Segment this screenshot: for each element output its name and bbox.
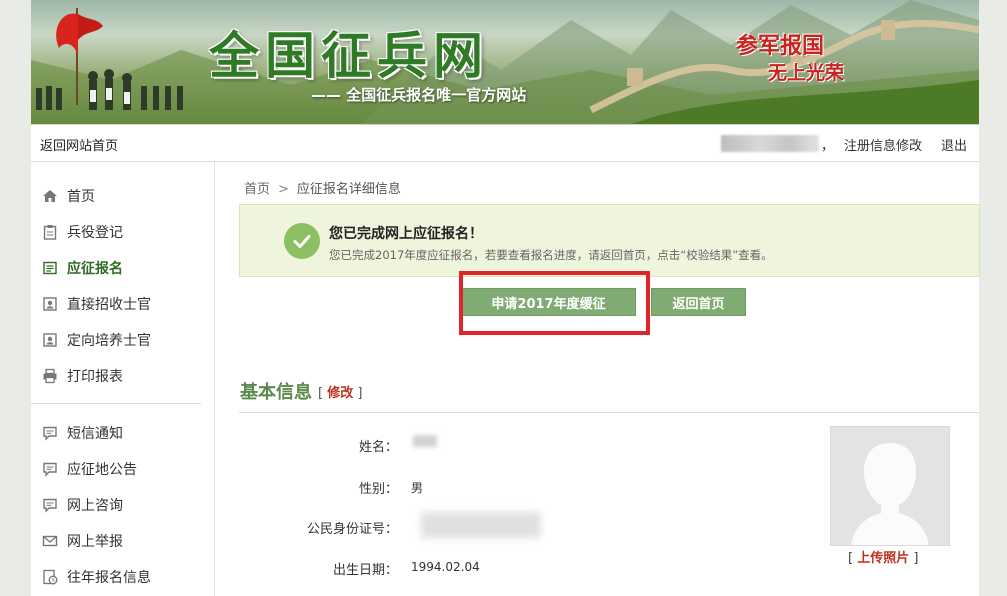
notice-title: 您已完成网上应征报名！ bbox=[329, 226, 483, 242]
message-icon bbox=[41, 496, 59, 514]
sidebar-item-label: 网上举报 bbox=[67, 534, 123, 550]
sidebar-divider bbox=[31, 403, 201, 404]
breadcrumb-current: 应征报名详细信息 bbox=[296, 182, 401, 197]
bracket-open: [ bbox=[848, 551, 854, 566]
avatar-placeholder bbox=[830, 426, 950, 546]
site-banner: 全国征兵网 —— 全国征兵报名唯一官方网站 参军报国 无上光荣 bbox=[31, 0, 979, 124]
birth-date-label: 出生日期： bbox=[332, 563, 398, 578]
success-notice: 您已完成网上应征报名！ 您已完成2017年度应征报名，若要查看报名进度，请返回首… bbox=[239, 204, 980, 277]
upload-photo-link[interactable]: 上传照片 bbox=[857, 551, 909, 566]
id-card-icon bbox=[41, 295, 59, 313]
username-redacted bbox=[721, 135, 819, 152]
slogan-line-2: 无上光荣 bbox=[768, 62, 845, 84]
section-divider bbox=[239, 412, 979, 413]
sidebar-item-home[interactable]: 首页 bbox=[41, 184, 211, 208]
person-silhouette-icon bbox=[851, 443, 929, 545]
printer-icon bbox=[41, 367, 59, 385]
top-bar: 返回网站首页 ， 注册信息修改 退出 bbox=[31, 124, 979, 162]
breadcrumb-home-link[interactable]: 首页 bbox=[244, 182, 270, 197]
sidebar-item-label: 兵役登记 bbox=[67, 225, 123, 241]
bracket-open: [ bbox=[318, 386, 324, 401]
bracket-close: ] bbox=[913, 551, 919, 566]
red-highlight-box bbox=[459, 271, 650, 335]
breadcrumb-separator: > bbox=[278, 182, 289, 197]
gender-label: 性别： bbox=[358, 482, 398, 497]
edit-basic-info-link[interactable]: 修改 bbox=[327, 386, 353, 401]
sidebar-item-online-consultation[interactable]: 网上咨询 bbox=[41, 493, 211, 517]
clipboard-icon bbox=[41, 223, 59, 241]
bracket-close: ] bbox=[357, 386, 363, 401]
mail-icon bbox=[41, 532, 59, 550]
name-value-redacted bbox=[413, 435, 437, 447]
main-container: 首页 兵役登记 应征报名 直接招收士官 定向培养士官 打印报表 短信通知 应征地… bbox=[31, 162, 980, 596]
sidebar-item-label: 短信通知 bbox=[67, 426, 123, 442]
notice-description: 您已完成2017年度应征报名，若要查看报名进度，请返回首页，点击“校验结果”查看… bbox=[329, 248, 773, 262]
site-subtitle: —— 全国征兵报名唯一官方网站 bbox=[311, 86, 527, 104]
sidebar-item-label: 首页 bbox=[67, 189, 95, 205]
sidebar-item-label: 应征地公告 bbox=[67, 462, 137, 478]
checkmark-icon bbox=[284, 223, 320, 259]
sidebar-item-direct-nco-recruitment[interactable]: 直接招收士官 bbox=[41, 292, 211, 316]
sidebar-item-directed-nco-training[interactable]: 定向培养士官 bbox=[41, 328, 211, 352]
upload-photo: [ 上传照片 ] bbox=[848, 547, 918, 566]
name-label: 姓名： bbox=[358, 440, 398, 455]
sidebar-item-label: 直接招收士官 bbox=[67, 297, 151, 313]
sidebar-item-past-applications[interactable]: 往年报名信息 bbox=[41, 565, 211, 589]
sidebar-item-local-announcement[interactable]: 应征地公告 bbox=[41, 457, 211, 481]
edit-registration-link[interactable]: 注册信息修改 bbox=[844, 135, 922, 154]
sidebar-item-label: 打印报表 bbox=[67, 369, 123, 385]
birth-date-value: 1994.02.04 bbox=[411, 560, 480, 574]
id-number-redacted bbox=[421, 512, 541, 538]
section-title-basic-info: 基本信息 bbox=[240, 382, 312, 403]
logout-link[interactable]: 退出 bbox=[941, 135, 967, 154]
content-area: 首页 > 应征报名详细信息 您已完成网上应征报名！ 您已完成2017年度应征报名，若… bbox=[216, 162, 980, 596]
site-title: 全国征兵网 bbox=[209, 26, 489, 85]
back-to-site-home-link[interactable]: 返回网站首页 bbox=[40, 135, 118, 154]
id-number-label: 公民身份证号： bbox=[306, 522, 398, 537]
slogan-line-1: 参军报国 bbox=[736, 33, 825, 59]
sidebar: 首页 兵役登记 应征报名 直接招收士官 定向培养士官 打印报表 短信通知 应征地… bbox=[31, 162, 215, 596]
sidebar-item-military-registration[interactable]: 兵役登记 bbox=[41, 220, 211, 244]
sidebar-item-print-report[interactable]: 打印报表 bbox=[41, 364, 211, 388]
sidebar-item-label: 往年报名信息 bbox=[67, 570, 151, 586]
watchtower-icon bbox=[627, 68, 643, 86]
slogan: 参军报国 无上光荣 bbox=[736, 28, 886, 98]
history-icon bbox=[41, 568, 59, 586]
sidebar-item-label: 网上咨询 bbox=[67, 498, 123, 514]
home-icon bbox=[41, 187, 59, 205]
id-card-icon bbox=[41, 331, 59, 349]
sidebar-item-label: 定向培养士官 bbox=[67, 333, 151, 349]
breadcrumb: 首页 > 应征报名详细信息 bbox=[244, 178, 401, 197]
message-icon bbox=[41, 424, 59, 442]
back-home-button[interactable]: 返回首页 bbox=[651, 288, 746, 316]
form-icon bbox=[41, 259, 59, 277]
sidebar-item-online-report[interactable]: 网上举报 bbox=[41, 529, 211, 553]
sidebar-item-sms-notice[interactable]: 短信通知 bbox=[41, 421, 211, 445]
sidebar-item-enlistment-application[interactable]: 应征报名 bbox=[41, 256, 211, 280]
sidebar-item-label: 应征报名 bbox=[67, 261, 123, 277]
message-icon bbox=[41, 460, 59, 478]
gender-value: 男 bbox=[411, 481, 424, 495]
topbar-separator: ， bbox=[821, 139, 835, 154]
section-edit: [ 修改 ] bbox=[318, 382, 362, 401]
